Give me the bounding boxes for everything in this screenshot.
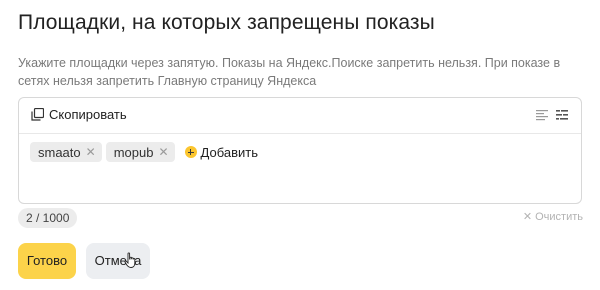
description-text: Укажите площадки через запятую. Показы н… <box>18 56 561 88</box>
clear-button-label: Очистить <box>535 210 583 223</box>
tag-label: mopub <box>113 144 154 160</box>
tag-label: smaato <box>38 144 81 160</box>
text-view-icon[interactable] <box>536 109 548 121</box>
clear-button[interactable]: ✕ Очистить <box>522 210 583 224</box>
add-tag-button[interactable]: Добавить <box>184 144 258 160</box>
add-tag-label: Добавить <box>200 144 258 160</box>
tag-item: mopub ✕ <box>105 142 175 162</box>
copy-button-label: Скопировать <box>49 107 127 122</box>
tag-counter: 2 / 1000 <box>18 208 78 228</box>
page: Площадки, на которых запрещены показы Ук… <box>0 0 600 290</box>
done-button[interactable]: Готово <box>18 243 76 279</box>
cancel-button[interactable]: Отмена <box>86 243 150 279</box>
tag-remove-icon[interactable]: ✕ <box>158 146 168 158</box>
copy-button[interactable]: Скопировать <box>31 107 127 122</box>
plus-circle-icon <box>184 146 197 158</box>
tag-list: smaato ✕ mopub ✕ Добавить <box>30 142 258 162</box>
dialog-title: Площадки, на которых запрещены показы <box>18 11 435 34</box>
tag-remove-icon[interactable]: ✕ <box>86 146 96 158</box>
tag-view-icon[interactable] <box>556 109 568 121</box>
tag-item: smaato ✕ <box>30 142 102 162</box>
editor-toolbar: Скопировать <box>19 98 581 134</box>
sites-editor[interactable]: Скопировать smaato ✕ mopub ✕ Добавить <box>18 97 582 204</box>
close-icon: ✕ <box>522 211 533 223</box>
copy-icon <box>31 108 44 121</box>
